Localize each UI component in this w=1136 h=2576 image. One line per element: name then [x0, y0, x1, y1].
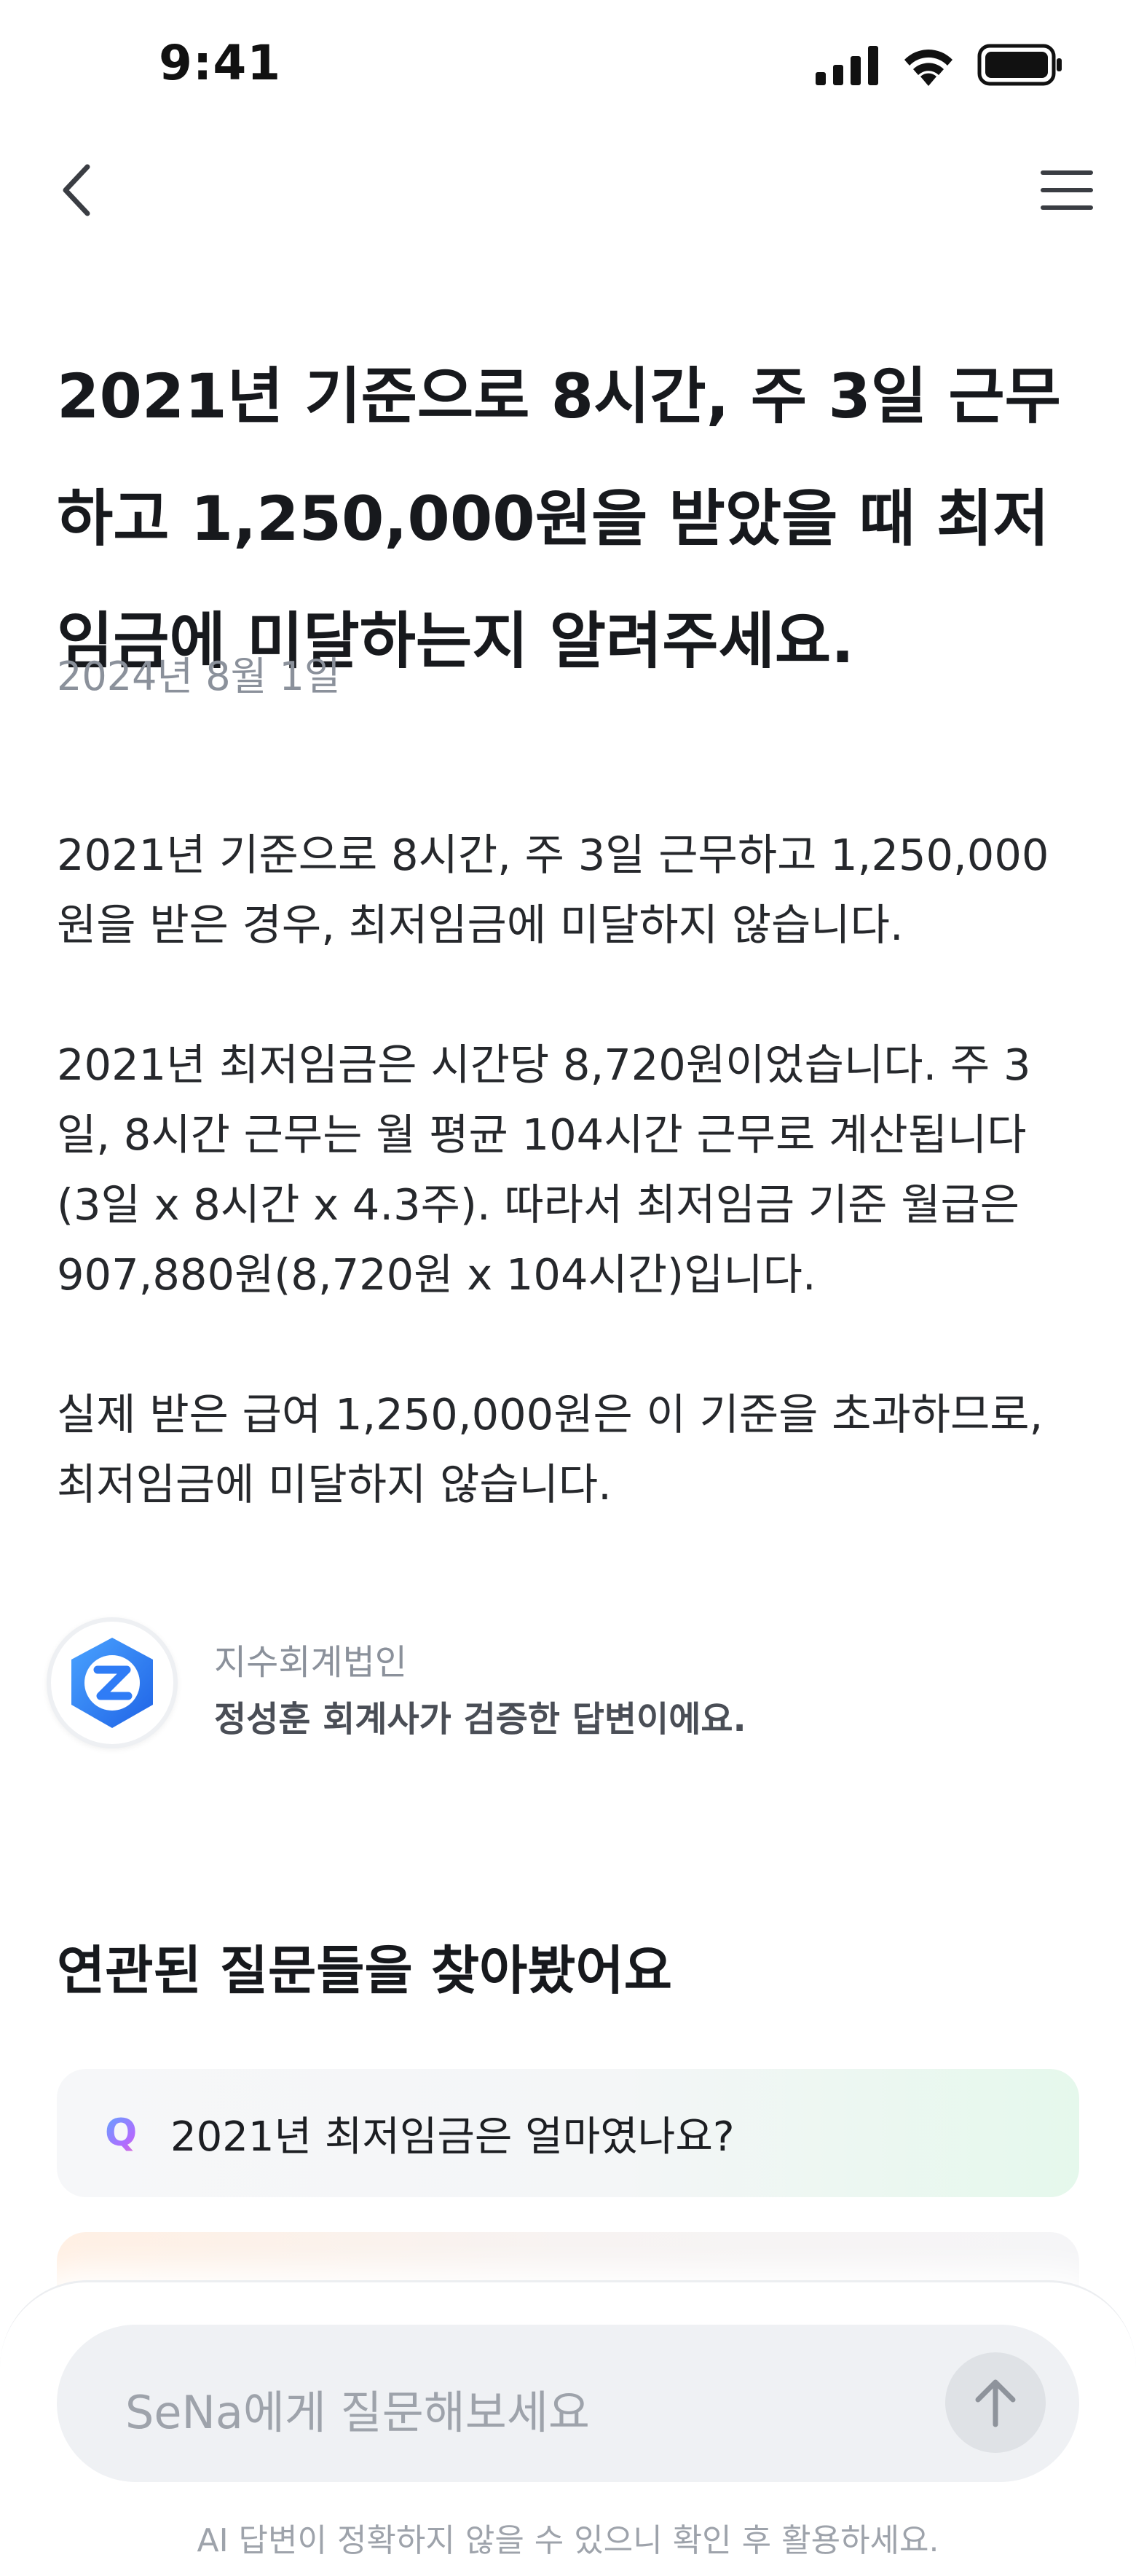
firm-logo-icon [71, 1638, 153, 1728]
status-icons [816, 44, 1063, 86]
composer-panel: SeNa에게 질문해보세요 AI 답변이 정확하지 않을 수 있으니 확인 후 … [0, 2280, 1136, 2576]
hamburger-menu-icon [1041, 170, 1093, 210]
answer-paragraph: 2021년 최저임금은 시간당 8,720원이었습니다. 주 3 일, 8시간 … [57, 1040, 1031, 1300]
question-date: 2024년 8월 1일 [57, 653, 341, 699]
firm-logo [47, 1617, 178, 1748]
menu-button[interactable] [1034, 157, 1100, 223]
related-question-text: 2021년 최저임금은 얼마였나요? [170, 2113, 735, 2161]
question-mark-badge: Q [105, 2111, 149, 2155]
question-input[interactable]: SeNa에게 질문해보세요 [57, 2325, 1079, 2482]
chevron-left-icon [63, 164, 90, 216]
verifier-firm-name: 지수회계법인 [214, 1642, 407, 1683]
cellular-signal-icon [816, 46, 878, 85]
answer-paragraph: 실제 받은 급여 1,250,000원은 이 기준을 초과하므로, 최저임금에 … [57, 1389, 1044, 1509]
verifier-note: 정성훈 회계사가 검증한 답변이에요. [214, 1699, 746, 1740]
question-detail-page: 9:41 2021년 기준으로 8시간, 주 3일 근무 하고 1,250,00… [0, 0, 1136, 2576]
related-section-title: 연관된 질문들을 찾아봤어요 [57, 1940, 673, 2001]
verifier-card: 지수회계법인 정성훈 회계사가 검증한 답변이에요. [47, 1617, 1066, 1748]
question-input-placeholder: SeNa에게 질문해보세요 [125, 2386, 590, 2439]
answer-body: 2021년 기준으로 8시간, 주 3일 근무하고 1,250,000 원을 받… [57, 820, 1091, 1590]
ai-disclaimer: AI 답변이 정확하지 않을 수 있으니 확인 후 활용하세요. [197, 2522, 939, 2559]
arrow-up-icon [975, 2379, 1016, 2427]
wifi-icon [904, 50, 952, 86]
status-time: 9:41 [159, 35, 282, 91]
battery-icon [977, 44, 1062, 86]
related-question-item[interactable]: Q 2021년 최저임금은 얼마였나요? [57, 2069, 1079, 2197]
back-button[interactable] [44, 157, 109, 223]
send-button[interactable] [945, 2352, 1046, 2453]
status-bar: 9:41 [0, 0, 1136, 131]
navigation-bar [0, 146, 1136, 233]
answer-paragraph: 2021년 기준으로 8시간, 주 3일 근무하고 1,250,000 원을 받… [57, 830, 1049, 950]
